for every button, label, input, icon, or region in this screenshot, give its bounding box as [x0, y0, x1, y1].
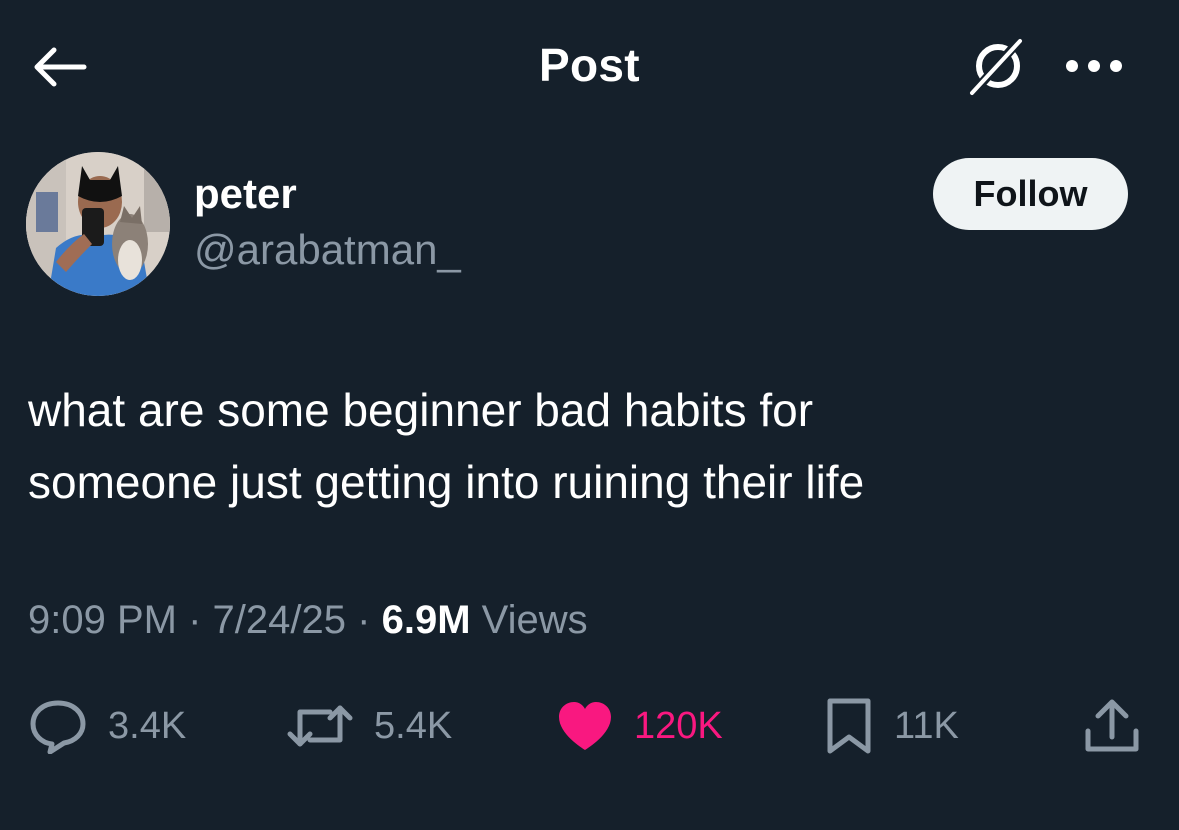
reply-count: 3.4K — [108, 704, 187, 747]
tweet-date[interactable]: 7/24/25 — [213, 598, 346, 642]
more-horizontal-icon — [1066, 60, 1122, 72]
grok-button[interactable] — [962, 30, 1034, 102]
repost-count: 5.4K — [374, 704, 453, 747]
tweet-text-line: what are some beginner bad habits for — [28, 384, 814, 436]
grok-icon — [969, 37, 1023, 97]
like-count: 120K — [634, 704, 723, 747]
tweet-time[interactable]: 9:09 PM — [28, 598, 177, 642]
author-name[interactable]: peter — [194, 170, 297, 218]
bookmark-count: 11K — [894, 704, 959, 747]
tweet-meta: 9:09 PM · 7/24/25 · 6.9M Views — [28, 598, 588, 643]
more-options-button[interactable] — [1058, 40, 1130, 92]
views-label: Views — [481, 598, 588, 642]
share-icon — [1085, 699, 1139, 752]
reply-button[interactable]: 3.4K — [28, 690, 186, 762]
tweet-text: what are some beginner bad habits for so… — [28, 374, 1148, 518]
heart-icon — [559, 702, 611, 750]
author-handle[interactable]: @arabatman_ — [194, 226, 461, 274]
like-button[interactable]: 120K — [556, 690, 723, 762]
follow-button[interactable]: Follow — [933, 158, 1128, 230]
repost-button[interactable]: 5.4K — [286, 690, 452, 762]
repost-icon — [287, 705, 353, 747]
avatar-image — [26, 152, 170, 296]
bookmark-button[interactable]: 11K — [824, 690, 959, 762]
share-button[interactable] — [1082, 690, 1142, 762]
meta-separator: · — [188, 598, 202, 642]
views-count[interactable]: 6.9M — [382, 598, 471, 642]
avatar[interactable] — [26, 152, 170, 296]
meta-separator: · — [357, 598, 371, 642]
bookmark-icon — [827, 698, 871, 754]
reply-icon — [30, 700, 86, 754]
tweet-text-line: someone just getting into ruining their … — [28, 456, 865, 508]
